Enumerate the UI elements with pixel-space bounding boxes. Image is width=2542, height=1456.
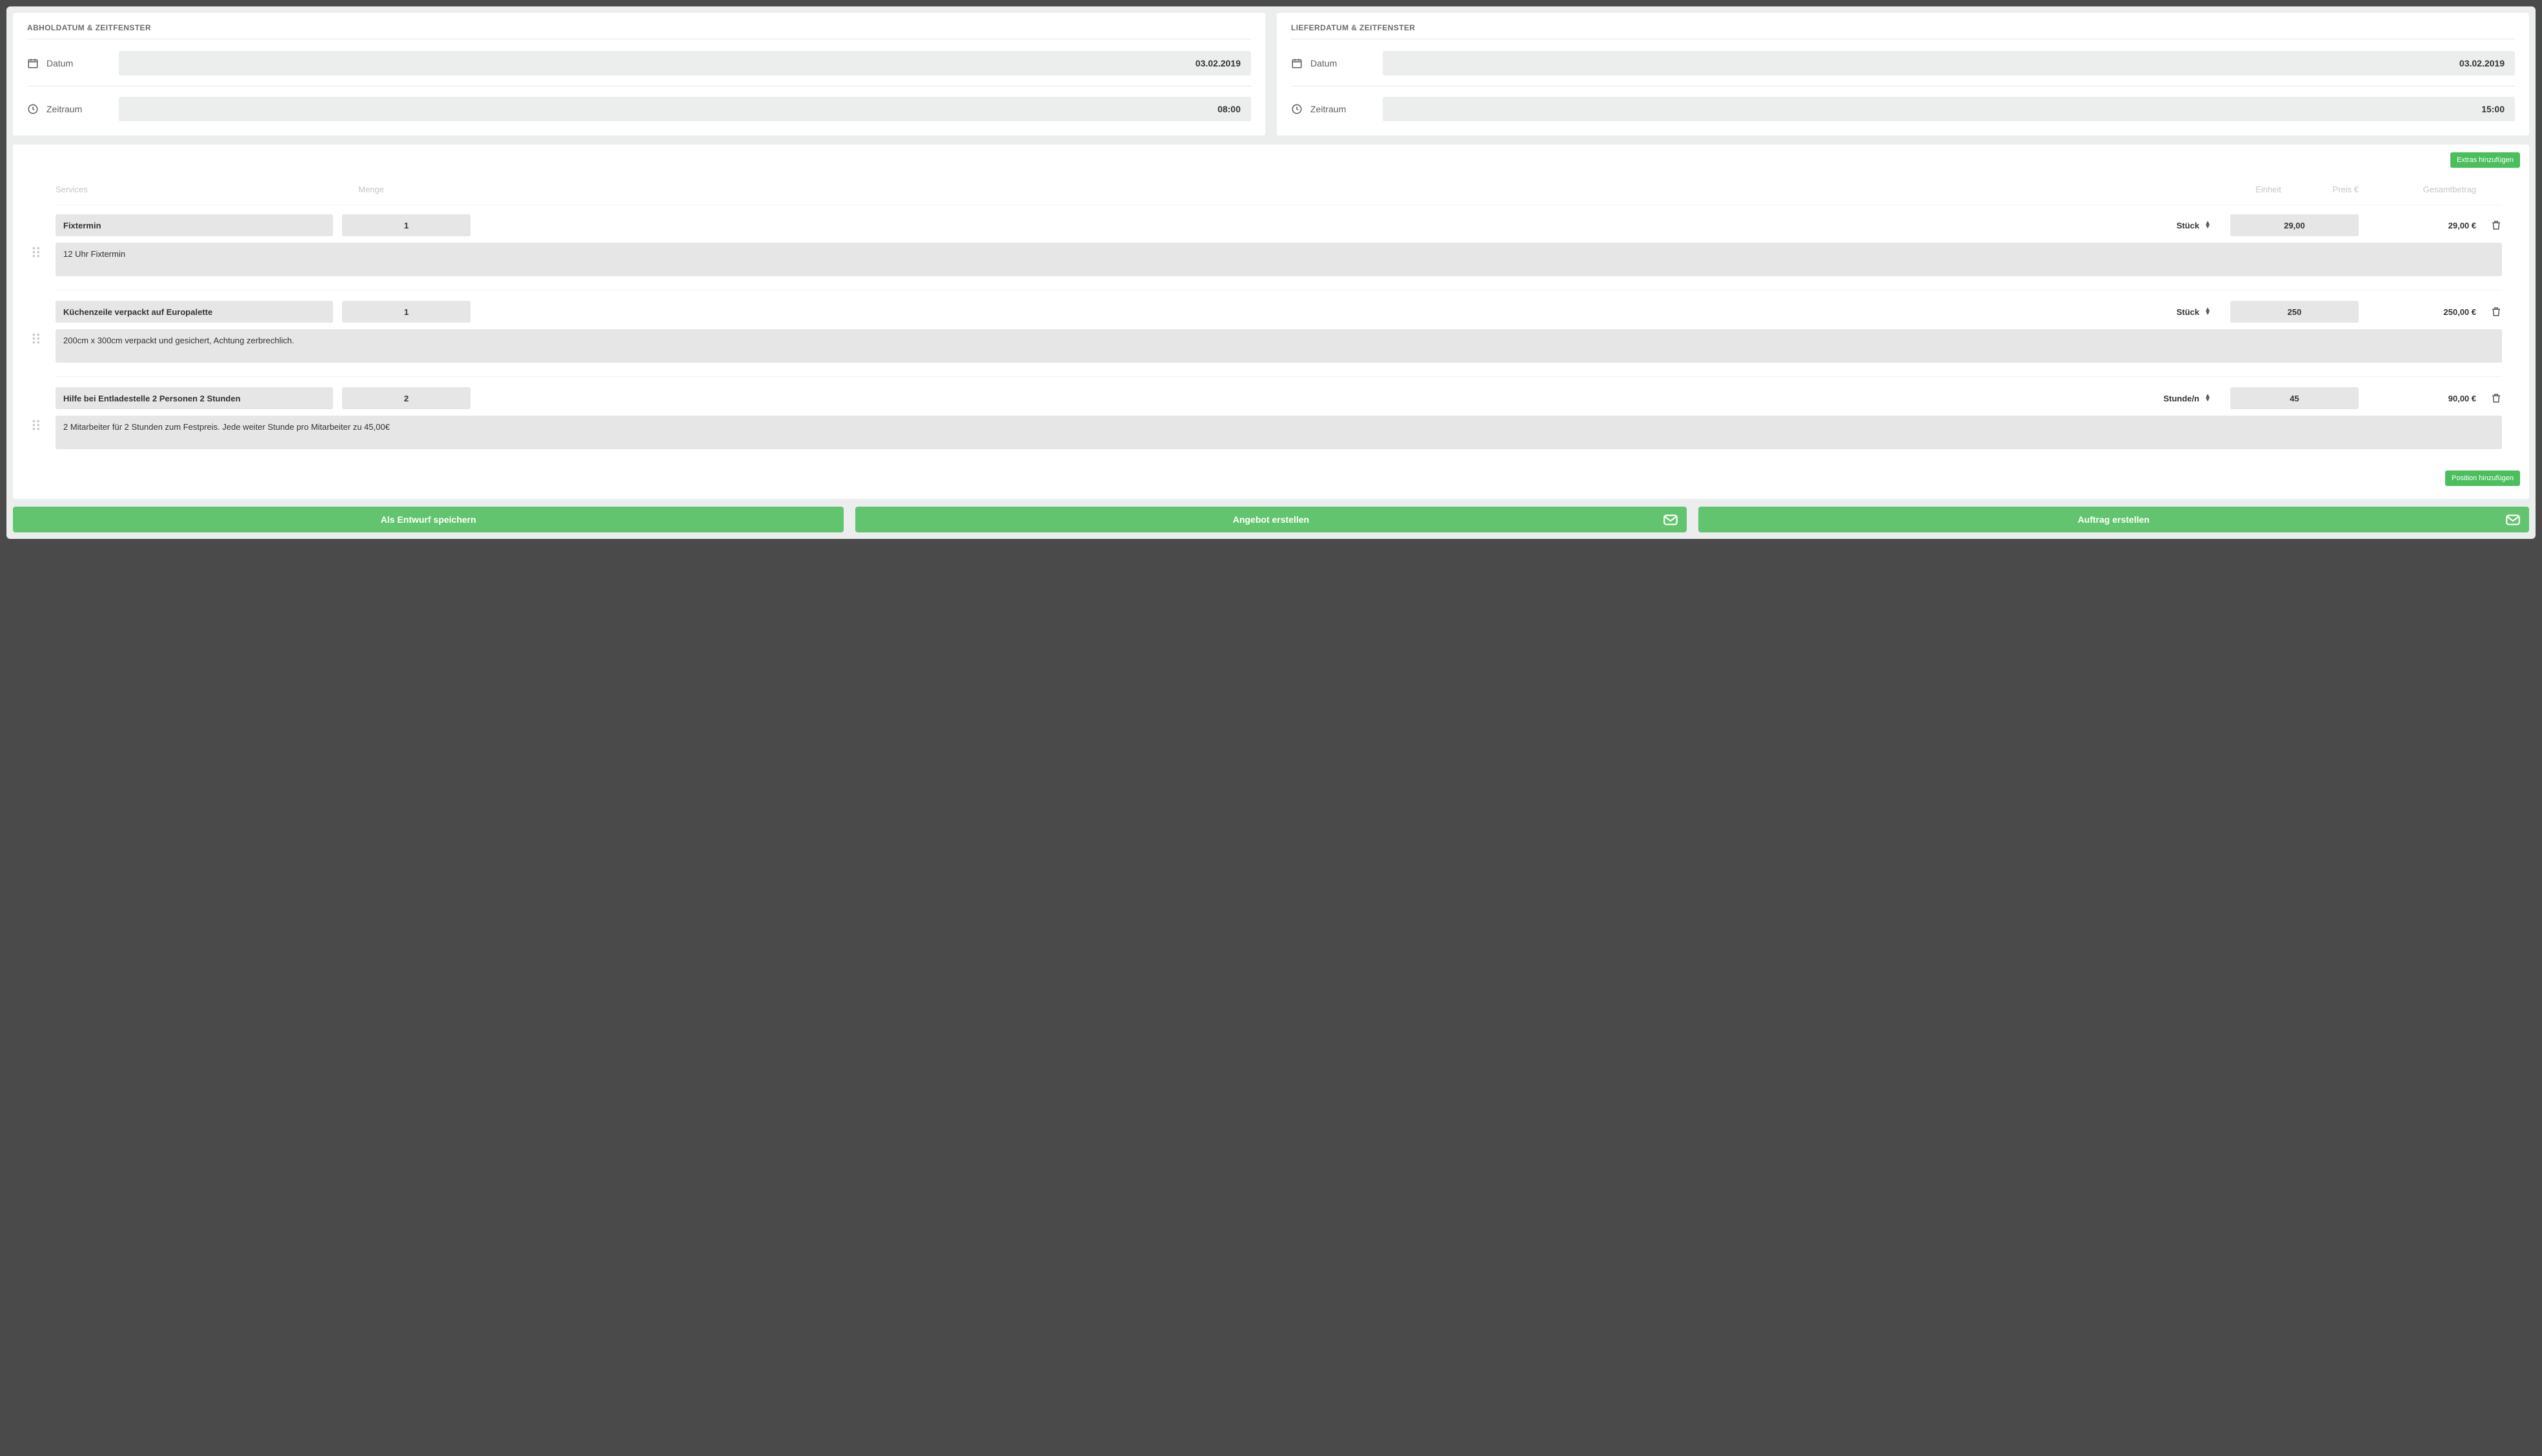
pickup-card: ABHOLDATUM & ZEITFENSTER Datum Zeitraum — [13, 13, 1265, 136]
services-card: Extras hinzufügen Services Menge Einheit… — [13, 145, 2529, 499]
row-total: 250,00 € — [2366, 307, 2476, 317]
delivery-time-label: Zeitraum — [1310, 104, 1375, 114]
calendar-icon — [1291, 57, 1303, 69]
clock-icon — [1291, 103, 1303, 115]
delivery-date-label: Datum — [1310, 58, 1375, 68]
delete-row-button[interactable] — [2476, 306, 2502, 318]
pickup-time-label: Zeitraum — [46, 104, 111, 114]
quantity-input[interactable] — [342, 214, 471, 236]
trash-icon — [2490, 219, 2502, 231]
create-offer-button[interactable]: Angebot erstellen — [855, 507, 1686, 532]
save-draft-button[interactable]: Als Entwurf speichern — [13, 507, 844, 532]
price-input[interactable] — [2230, 387, 2359, 409]
pickup-title: ABHOLDATUM & ZEITFENSTER — [27, 23, 1251, 39]
delivery-card: LIEFERDATUM & ZEITFENSTER Datum Zeitraum — [1277, 13, 2529, 136]
unit-select[interactable]: Stück ▲▼ — [2140, 307, 2211, 317]
drag-handle-icon[interactable]: •••••• — [32, 332, 43, 344]
description-input[interactable]: 12 Uhr Fixtermin — [56, 243, 2502, 276]
description-input[interactable]: 2 Mitarbeiter für 2 Stunden zum Festprei… — [56, 416, 2502, 449]
bottom-actions: Als Entwurf speichern Angebot erstellen … — [13, 507, 2529, 539]
th-services: Services — [56, 185, 333, 194]
pickup-date-input[interactable] — [119, 51, 1251, 76]
create-order-button[interactable]: Auftrag erstellen — [1698, 507, 2529, 532]
create-order-label: Auftrag erstellen — [2078, 514, 2150, 525]
unit-value: Stück — [2177, 221, 2199, 230]
table-row: •••••• Stück ▲▼ 250,00 € 200cm x 300cm — [56, 299, 2502, 377]
pickup-time-row: Zeitraum — [27, 97, 1251, 121]
mail-icon — [1662, 511, 1679, 528]
pickup-time-input[interactable] — [119, 97, 1251, 121]
price-input[interactable] — [2230, 214, 2359, 236]
unit-value: Stück — [2177, 307, 2199, 317]
th-price: Preis € — [2288, 185, 2359, 194]
th-qty: Menge — [342, 185, 400, 194]
add-position-button[interactable]: Position hinzufügen — [2445, 470, 2520, 486]
delivery-date-row: Datum — [1291, 51, 2515, 76]
table-header-row: Services Menge Einheit Preis € Gesamtbet… — [56, 178, 2502, 205]
sort-icon: ▲▼ — [2204, 221, 2211, 229]
pickup-date-label: Datum — [46, 58, 111, 68]
delivery-time-row: Zeitraum — [1291, 97, 2515, 121]
delivery-date-input[interactable] — [1383, 51, 2515, 76]
trash-icon — [2490, 392, 2502, 404]
app-frame: ABHOLDATUM & ZEITFENSTER Datum Zeitraum … — [6, 6, 2536, 539]
create-offer-label: Angebot erstellen — [1233, 514, 1309, 525]
quantity-input[interactable] — [342, 301, 471, 323]
delete-row-button[interactable] — [2476, 219, 2502, 231]
clock-icon — [27, 103, 39, 115]
add-extras-button[interactable]: Extras hinzufügen — [2450, 152, 2520, 168]
service-name-input[interactable] — [56, 387, 333, 409]
table-row: •••••• Stück ▲▼ 29,00 € 12 Uhr Fixtermi — [56, 213, 2502, 290]
quantity-input[interactable] — [342, 387, 471, 409]
trash-icon — [2490, 306, 2502, 318]
delivery-time-input[interactable] — [1383, 97, 2515, 121]
pickup-date-row: Datum — [27, 51, 1251, 76]
delivery-title: LIEFERDATUM & ZEITFENSTER — [1291, 23, 2515, 39]
th-total: Gesamtbetrag — [2366, 185, 2476, 194]
sort-icon: ▲▼ — [2204, 394, 2211, 402]
row-total: 29,00 € — [2366, 221, 2476, 230]
save-draft-label: Als Entwurf speichern — [381, 514, 476, 525]
row-total: 90,00 € — [2366, 394, 2476, 403]
position-row: Position hinzufügen — [22, 470, 2520, 486]
calendar-icon — [27, 57, 39, 69]
services-table: Services Menge Einheit Preis € Gesamtbet… — [22, 178, 2520, 463]
drag-handle-icon[interactable]: •••••• — [32, 246, 43, 258]
date-cards-row: ABHOLDATUM & ZEITFENSTER Datum Zeitraum … — [13, 13, 2529, 136]
unit-select[interactable]: Stunde/n ▲▼ — [2140, 394, 2211, 403]
service-name-input[interactable] — [56, 301, 333, 323]
unit-value: Stunde/n — [2163, 394, 2199, 403]
mail-icon — [2505, 511, 2521, 528]
th-unit: Einheit — [2210, 185, 2281, 194]
drag-handle-icon[interactable]: •••••• — [32, 419, 43, 430]
delete-row-button[interactable] — [2476, 392, 2502, 404]
extras-row: Extras hinzufügen — [22, 152, 2520, 168]
sort-icon: ▲▼ — [2204, 308, 2211, 316]
table-row: •••••• Stunde/n ▲▼ 90,00 € 2 Mitarbeite — [56, 386, 2502, 463]
unit-select[interactable]: Stück ▲▼ — [2140, 221, 2211, 230]
description-input[interactable]: 200cm x 300cm verpackt und gesichert, Ac… — [56, 329, 2502, 363]
service-name-input[interactable] — [56, 214, 333, 236]
price-input[interactable] — [2230, 301, 2359, 323]
